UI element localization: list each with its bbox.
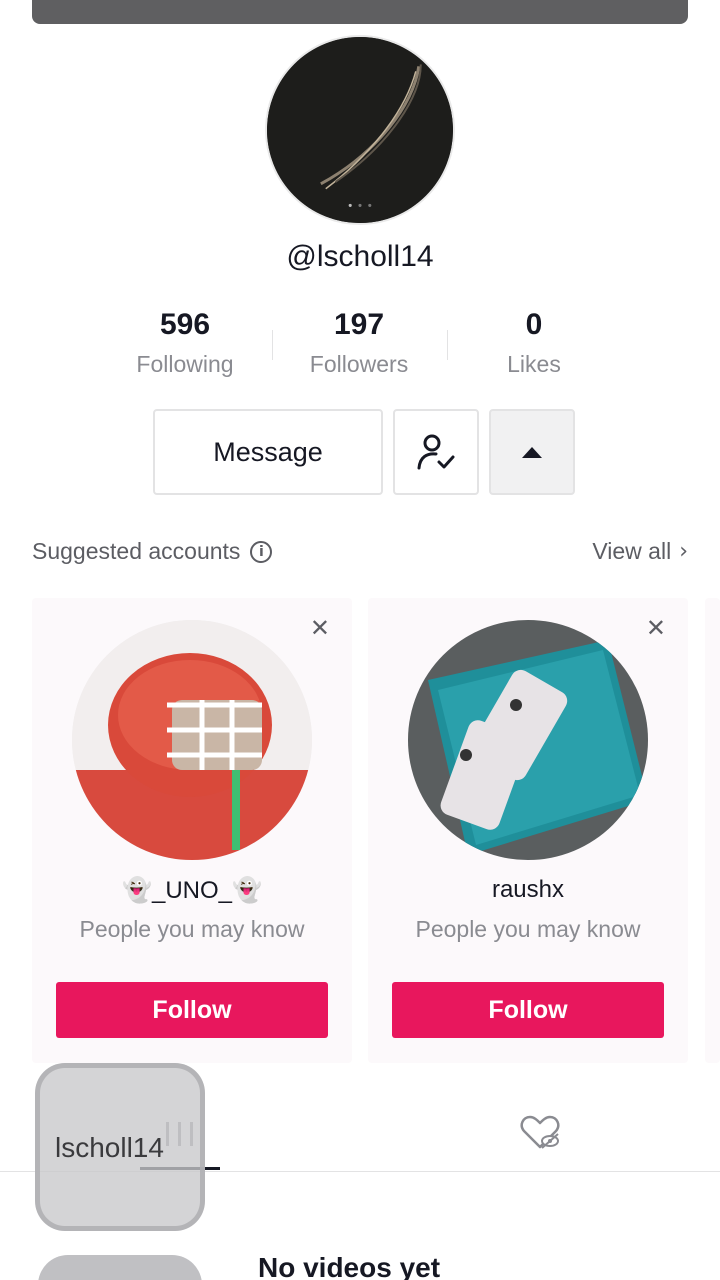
suggested-accounts-title: Suggested accounts xyxy=(32,538,241,564)
avatar-image xyxy=(408,620,648,860)
stat-following[interactable]: 596 Following xyxy=(100,306,270,378)
stat-divider xyxy=(447,330,448,360)
floating-overlay-bubble-2[interactable] xyxy=(38,1255,202,1280)
follow-button[interactable]: Follow xyxy=(392,982,664,1038)
stat-likes-value: 0 xyxy=(525,308,543,341)
liked-hidden-icon xyxy=(520,1115,560,1149)
suggested-name: raushx xyxy=(491,876,565,903)
view-all-link[interactable]: View all › xyxy=(592,538,688,565)
suggested-card[interactable]: ✕ 👻_UNO_👻 People you may know Follow xyxy=(32,598,352,1063)
stat-followers-value: 197 xyxy=(333,308,385,341)
close-icon[interactable]: ✕ xyxy=(646,614,666,642)
follow-button[interactable]: Follow xyxy=(56,982,328,1038)
suggested-card-peek xyxy=(705,598,720,1063)
overlay-label: lscholl14 xyxy=(55,1132,164,1163)
friend-check-icon xyxy=(417,434,455,470)
stat-followers-label: Followers xyxy=(309,351,409,377)
info-icon[interactable]: i xyxy=(250,540,273,563)
suggested-subtitle: People you may know xyxy=(415,916,641,942)
avatar-image xyxy=(267,37,453,223)
empty-state-title: No videos yet xyxy=(258,1252,441,1280)
stat-following-value: 596 xyxy=(159,308,211,341)
avatar-image xyxy=(72,620,312,860)
chevron-right-icon: › xyxy=(679,539,688,564)
stat-likes[interactable]: 0 Likes xyxy=(449,306,619,378)
stat-followers[interactable]: 197 Followers xyxy=(274,306,444,378)
stat-likes-label: Likes xyxy=(507,351,561,377)
message-button[interactable]: Message xyxy=(153,409,383,495)
profile-avatar[interactable] xyxy=(265,35,455,225)
close-icon[interactable]: ✕ xyxy=(310,614,330,642)
suggested-card[interactable]: ✕ raushx People you may know Follow xyxy=(368,598,688,1063)
suggested-name: 👻_UNO_👻 xyxy=(122,877,262,904)
tab-liked[interactable] xyxy=(500,1108,580,1158)
stat-following-label: Following xyxy=(136,351,234,377)
profile-username: @lscholl14 xyxy=(286,240,434,273)
caret-up-icon xyxy=(522,447,542,458)
view-all-label: View all xyxy=(592,538,672,564)
more-options-button[interactable] xyxy=(489,409,575,495)
suggested-avatar[interactable] xyxy=(408,620,648,860)
suggested-accounts-header: Suggested accounts i xyxy=(32,538,273,565)
suggested-subtitle: People you may know xyxy=(79,916,305,942)
friend-status-button[interactable] xyxy=(393,409,479,495)
top-bar xyxy=(32,0,688,24)
suggested-avatar[interactable] xyxy=(72,620,312,860)
stat-divider xyxy=(272,330,273,360)
